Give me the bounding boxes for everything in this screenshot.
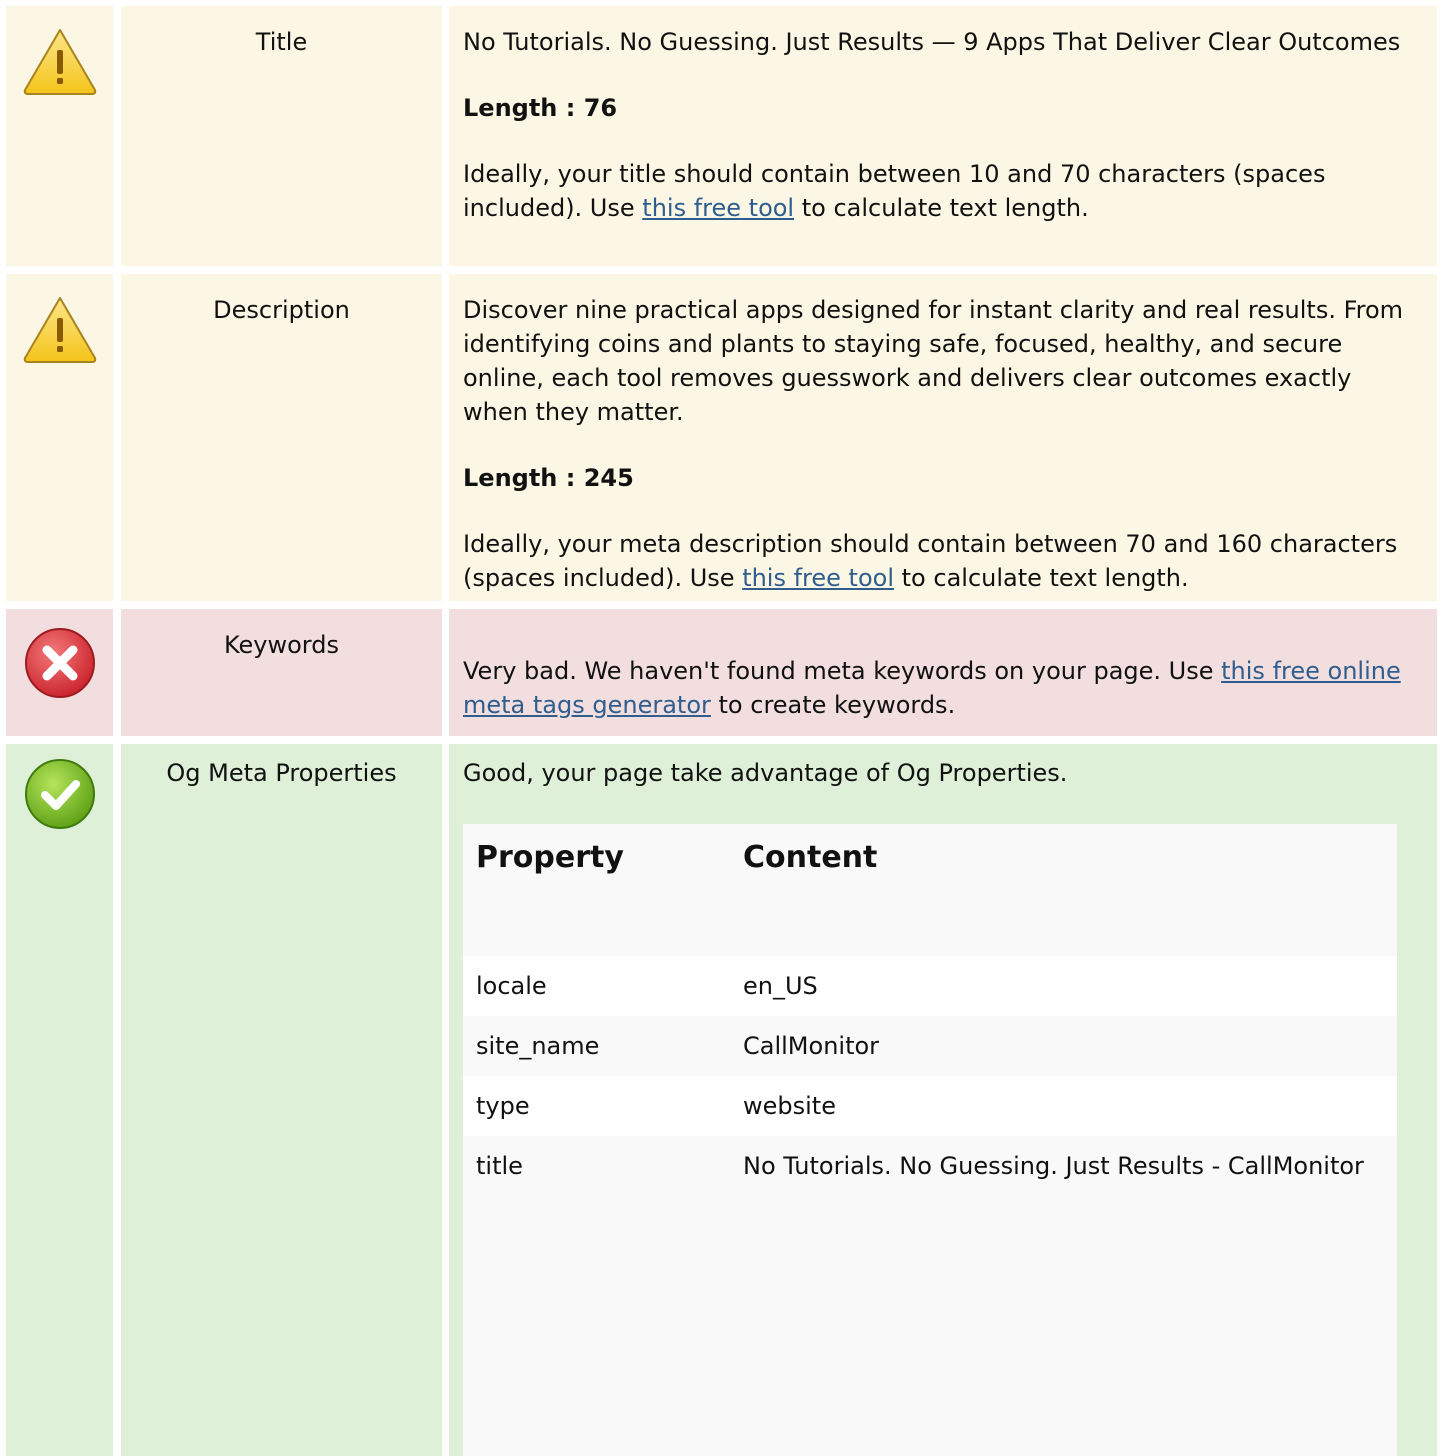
table-row: title No Tutorials. No Guessing. Just Re…: [463, 1136, 1397, 1236]
title-row: Title No Tutorials. No Guessing. Just Re…: [6, 6, 1437, 266]
error-icon: [25, 628, 95, 698]
warning-icon: [23, 297, 97, 363]
keywords-advice: Very bad. We haven't found meta keywords…: [463, 654, 1423, 722]
og-content-cell: website: [743, 1092, 836, 1120]
description-length: Length : 245: [463, 464, 634, 492]
og-row: Og Meta Properties Good, your page take …: [6, 744, 1437, 1456]
og-header-property: Property: [476, 840, 624, 875]
keywords-label: Keywords: [121, 609, 442, 736]
title-label: Title: [121, 6, 442, 266]
keywords-body: Very bad. We haven't found meta keywords…: [449, 609, 1437, 736]
og-table-header: Property Content: [463, 824, 1397, 956]
table-row: locale en_US: [463, 956, 1397, 1016]
og-label: Og Meta Properties: [121, 744, 442, 1456]
description-body: Discover nine practical apps designed fo…: [449, 274, 1437, 601]
og-property-cell: locale: [476, 972, 547, 1000]
description-text: Discover nine practical apps designed fo…: [463, 296, 1404, 426]
og-header-content: Content: [743, 840, 878, 875]
og-content-cell: CallMonitor: [743, 1032, 880, 1060]
table-row: type website: [463, 1076, 1397, 1136]
keywords-status-cell: [6, 609, 113, 736]
title-advice-after: to calculate text length.: [794, 194, 1089, 222]
og-status-cell: [6, 744, 113, 1456]
og-text: Good, your page take advantage of Og Pro…: [463, 759, 1068, 787]
title-body: No Tutorials. No Guessing. Just Results …: [449, 6, 1437, 266]
keywords-row: Keywords Very bad. We haven't found meta…: [6, 609, 1437, 736]
title-length: Length : 76: [463, 94, 618, 122]
title-free-tool-link[interactable]: this free tool: [642, 194, 794, 222]
keywords-advice-after: to create keywords.: [710, 691, 956, 719]
og-properties-table: Property Content locale en_US site_name …: [463, 824, 1397, 1456]
warning-icon: [23, 29, 97, 95]
description-advice: Ideally, your meta description should co…: [463, 527, 1423, 595]
og-property-cell: type: [476, 1092, 530, 1120]
title-status-cell: [6, 6, 113, 266]
title-advice: Ideally, your title should contain betwe…: [463, 157, 1423, 225]
description-row: Description Discover nine practical apps…: [6, 274, 1437, 601]
title-text: No Tutorials. No Guessing. Just Results …: [463, 28, 1401, 56]
table-row: site_name CallMonitor: [463, 1016, 1397, 1076]
seo-report: Title No Tutorials. No Guessing. Just Re…: [0, 0, 1446, 1456]
success-icon: [25, 759, 95, 829]
og-body: Good, your page take advantage of Og Pro…: [449, 744, 1437, 1456]
description-status-cell: [6, 274, 113, 601]
og-property-cell: title: [476, 1152, 523, 1180]
og-content-cell: No Tutorials. No Guessing. Just Results …: [743, 1152, 1364, 1180]
og-content-cell: en_US: [743, 972, 818, 1000]
description-label: Description: [121, 274, 442, 601]
description-advice-after: to calculate text length.: [894, 564, 1189, 592]
og-property-cell: site_name: [476, 1032, 600, 1060]
description-free-tool-link[interactable]: this free tool: [742, 564, 894, 592]
keywords-advice-before: Very bad. We haven't found meta keywords…: [463, 657, 1222, 685]
